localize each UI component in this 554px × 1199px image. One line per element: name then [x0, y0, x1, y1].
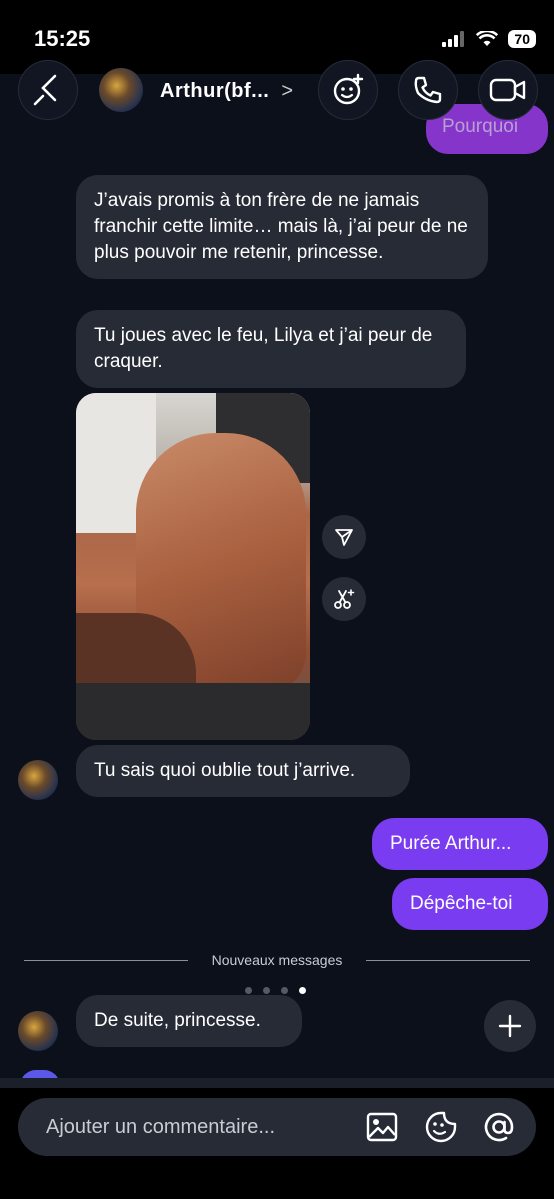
comment-input-bar[interactable]: [18, 1098, 536, 1156]
sticker-icon[interactable]: [424, 1110, 458, 1144]
minimize-button[interactable]: [484, 1000, 536, 1052]
comment-input[interactable]: [44, 1115, 348, 1140]
page-dot: [263, 987, 270, 994]
effects-button[interactable]: [318, 60, 378, 120]
chevron-right-icon: >: [281, 80, 294, 102]
contact-name: Arthur(bf...: [160, 80, 270, 102]
scissors-icon: [334, 589, 355, 609]
video-call-button[interactable]: [478, 60, 538, 120]
share-button[interactable]: [322, 515, 366, 559]
message-bubble[interactable]: J’avais promis à ton frère de ne jamais …: [76, 175, 488, 279]
back-button[interactable]: [18, 60, 78, 120]
page-indicator: [245, 987, 306, 994]
contact-name-button[interactable]: Arthur(bf... >: [160, 80, 294, 103]
cut-button[interactable]: [322, 577, 366, 621]
shared-photo[interactable]: [76, 393, 310, 740]
sent-message-bubble[interactable]: Purée Arthur...: [372, 818, 548, 870]
at-icon[interactable]: [482, 1110, 516, 1144]
page-dot: [281, 987, 288, 994]
phone-icon: [414, 76, 442, 104]
message-bubble[interactable]: De suite, princesse.: [76, 995, 302, 1047]
new-messages-label: Nouveaux messages: [211, 952, 343, 968]
back-icon: [33, 74, 57, 106]
signal-icon: [442, 31, 465, 47]
status-bar: 15:25 70: [0, 0, 554, 74]
message-bubble[interactable]: Tu joues avec le feu, Lilya et j’ai peur…: [76, 310, 466, 388]
message-bubble[interactable]: Tu sais quoi oublie tout j’arrive.: [76, 745, 410, 797]
status-time: 15:25: [34, 26, 91, 51]
sent-message-bubble[interactable]: Dépêche-toi: [392, 878, 548, 930]
call-button[interactable]: [398, 60, 458, 120]
sheet-edge: [0, 1078, 554, 1088]
share-icon: [335, 529, 353, 546]
minimize-icon: [498, 1014, 522, 1038]
sender-avatar: [18, 1011, 58, 1051]
sender-avatar: [18, 760, 58, 800]
wifi-icon: [476, 31, 499, 46]
video-icon: [489, 78, 526, 102]
battery-level: 70: [508, 30, 536, 48]
page-dot-active: [299, 987, 306, 994]
contact-avatar[interactable]: [99, 68, 143, 112]
effects-icon: [333, 73, 364, 105]
page-dot: [245, 987, 252, 994]
image-icon[interactable]: [366, 1111, 398, 1143]
status-icons: 70: [442, 30, 536, 48]
